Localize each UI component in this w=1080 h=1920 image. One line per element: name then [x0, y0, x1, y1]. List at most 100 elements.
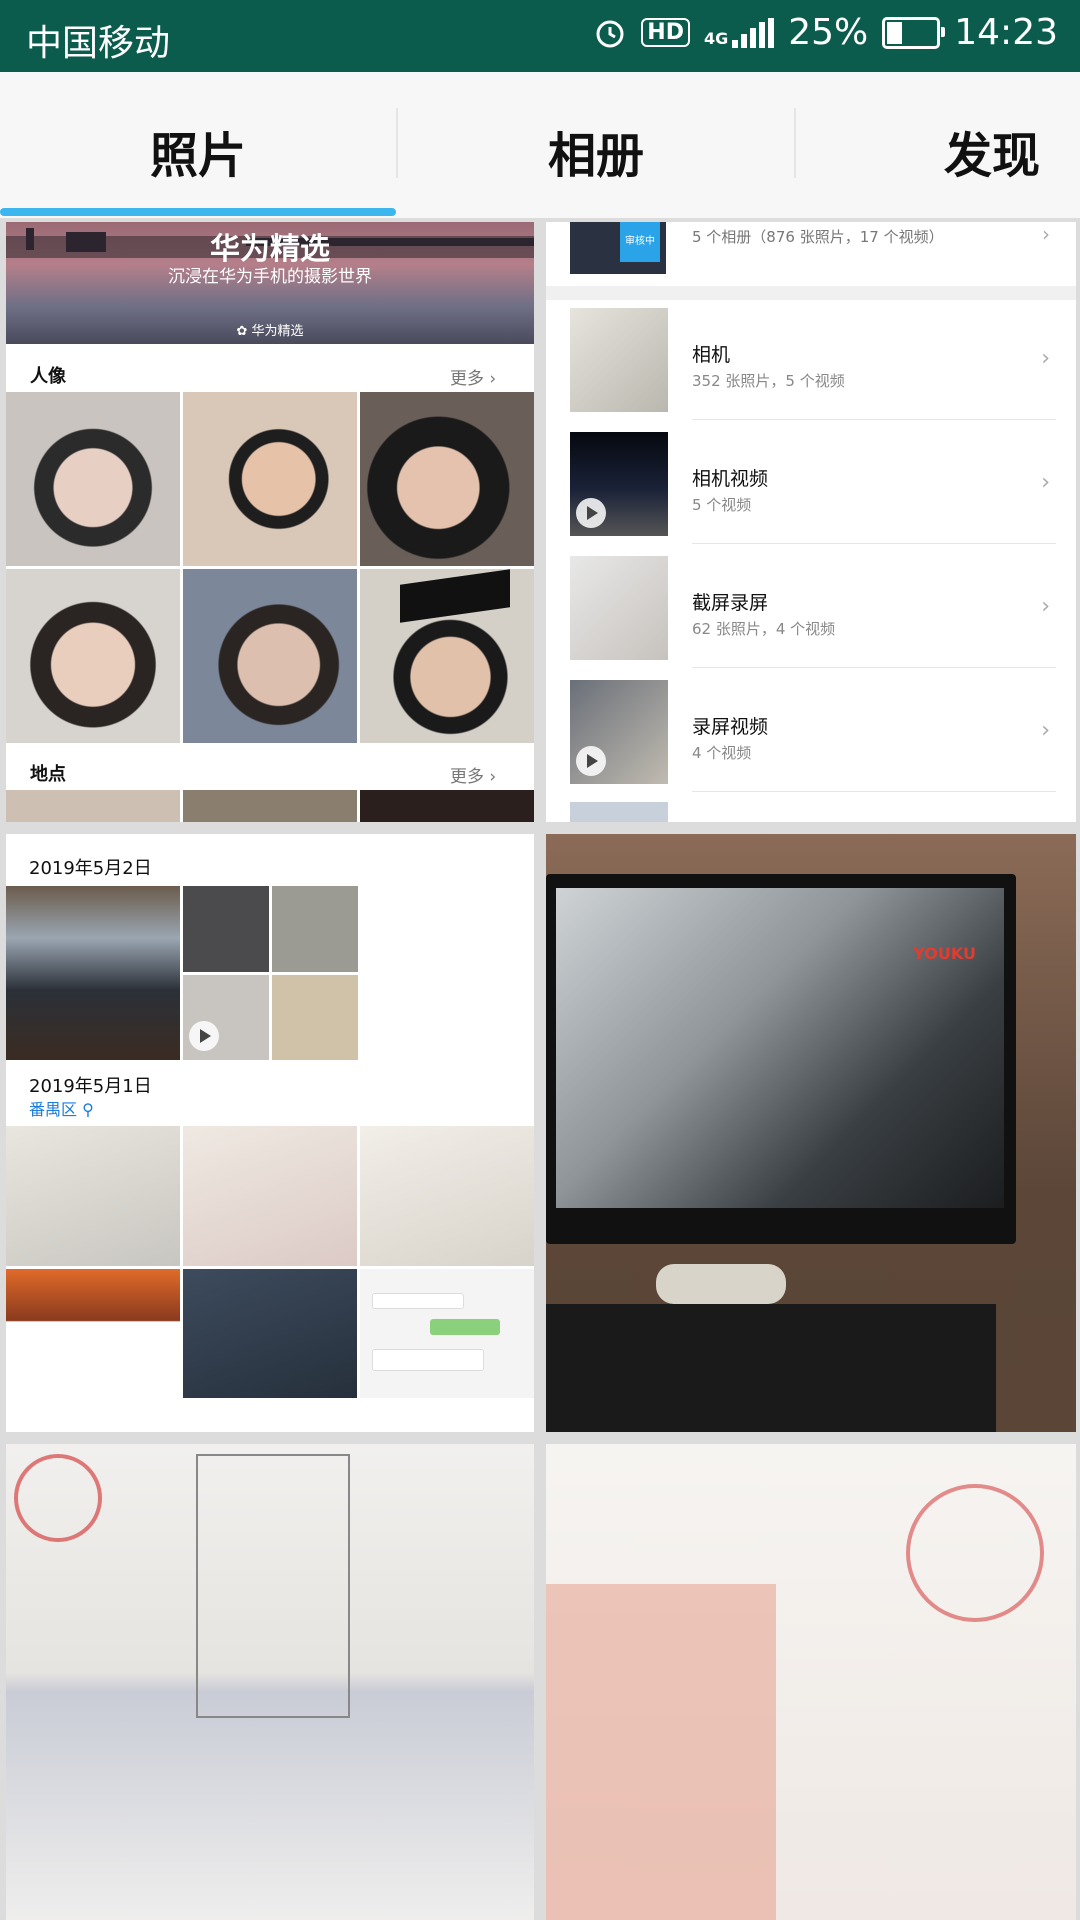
albums-summary-row[interactable]: 审核中 5 个相册（876 张照片，17 个视频） ›: [546, 222, 1076, 286]
chevron-right-icon: ›: [1041, 718, 1050, 743]
section-gap: [546, 286, 1076, 300]
people-more-label: 更多: [450, 369, 484, 389]
person-thumbnail[interactable]: [360, 392, 534, 566]
place-thumbnail[interactable]: [183, 790, 357, 822]
album-count: 4 个视频: [692, 744, 752, 762]
form-table: [196, 1454, 350, 1718]
screenshot-thumbnail[interactable]: [183, 1269, 357, 1398]
places-more-label: 更多: [450, 767, 484, 787]
photo-thumbnail[interactable]: [183, 1126, 357, 1266]
tab-indicator: [0, 208, 396, 216]
tab-photos[interactable]: 照片: [150, 116, 246, 186]
chat-bubble: [372, 1349, 484, 1371]
people-section-title: 人像: [30, 366, 66, 387]
chevron-right-icon: ›: [1041, 470, 1050, 495]
photo-thumbnail[interactable]: [6, 1126, 180, 1266]
album-name: 截屏录屏: [692, 592, 769, 614]
divider: [692, 419, 1056, 420]
huawei-featured-banner[interactable]: 华为精选 沉浸在华为手机的摄影世界 ✿ 华为精选: [6, 222, 534, 344]
album-row-screen-recordings[interactable]: 录屏视频 4 个视频 ›: [546, 672, 1076, 792]
album-thumb: [570, 680, 668, 784]
figurines: [656, 1264, 786, 1304]
play-icon: [189, 1021, 219, 1051]
album-name: 录屏视频: [692, 716, 769, 738]
photo-thumbnail[interactable]: [272, 886, 358, 972]
divider: [692, 667, 1056, 668]
album-thumb: [570, 308, 668, 412]
photo-monitor[interactable]: YOUKU: [546, 834, 1076, 1432]
banner-subtitle: 沉浸在华为手机的摄影世界: [168, 267, 372, 287]
album-name: 相机视频: [692, 468, 769, 490]
photo-thumbnail[interactable]: [6, 886, 180, 1060]
play-icon: [576, 498, 606, 528]
graduation-cap: [400, 569, 510, 623]
places-section-title: 地点: [30, 764, 66, 785]
places-more-link[interactable]: 更多 ›: [450, 762, 496, 787]
tab-discover[interactable]: 发现: [944, 116, 1040, 186]
chat-bubble: [430, 1319, 500, 1335]
album-row-camera[interactable]: 相机 352 张照片，5 个视频 ›: [546, 300, 1076, 420]
album-row-camera-video[interactable]: 相机视频 5 个视频 ›: [546, 424, 1076, 544]
person-thumbnail[interactable]: [183, 392, 357, 566]
photo-thumbnail[interactable]: [360, 1126, 534, 1266]
monitor-screen: YOUKU: [556, 888, 1004, 1208]
keyboard: [546, 1304, 996, 1432]
tab-albums[interactable]: 相册: [548, 116, 644, 186]
albums-card[interactable]: 审核中 5 个相册（876 张照片，17 个视频） › 相机 352 张照片，5…: [546, 222, 1076, 822]
tab-divider: [396, 108, 398, 178]
youku-logo: YOUKU: [913, 944, 976, 963]
hd-icon: HD: [641, 18, 690, 47]
signal-icon: 4G: [703, 17, 775, 48]
photo-thumbnail[interactable]: [272, 975, 358, 1060]
screenshot-thumbnail[interactable]: [6, 1269, 180, 1398]
discover-card[interactable]: 华为精选 沉浸在华为手机的摄影世界 ✿ 华为精选 人像 更多 › 地点 更多 ›: [6, 222, 534, 822]
chevron-right-icon: ›: [1042, 222, 1050, 246]
timeline-card[interactable]: 2019年5月2日 2019年5月1日 番禺区 ⚲: [6, 834, 534, 1432]
place-thumbnail[interactable]: [360, 790, 534, 822]
video-thumbnail[interactable]: [183, 975, 269, 1060]
date-header: 2019年5月2日: [29, 858, 152, 879]
album-thumb-partial: [570, 802, 668, 822]
monitor-frame: YOUKU: [546, 874, 1016, 1244]
album-thumb: [570, 432, 668, 536]
huawei-logo-icon: ✿: [236, 324, 248, 339]
people-more-link[interactable]: 更多 ›: [450, 364, 496, 389]
chevron-right-icon: ›: [489, 369, 497, 389]
person-thumbnail[interactable]: [6, 569, 180, 743]
place-thumbnail[interactable]: [6, 790, 180, 822]
clock: 14:23: [954, 12, 1058, 53]
red-seal: [14, 1454, 102, 1542]
location-link[interactable]: 番禺区 ⚲: [29, 1096, 94, 1120]
divider: [692, 791, 1056, 792]
network-type: 4G: [703, 28, 729, 48]
banner-brand: ✿ 华为精选: [6, 320, 534, 339]
album-count: 352 张照片，5 个视频: [692, 372, 845, 390]
tab-divider: [794, 108, 796, 178]
banner-brand-text: 华为精选: [251, 324, 304, 339]
tab-bar: 照片 相册 发现: [0, 72, 1080, 218]
photo-certificate-right[interactable]: [546, 1444, 1076, 1920]
chevron-right-icon: ›: [1041, 346, 1050, 371]
album-name: 相机: [692, 344, 731, 366]
divider: [692, 543, 1056, 544]
preview-badge: 审核中: [620, 222, 660, 262]
award-background: [546, 1584, 776, 1920]
photo-certificate-left[interactable]: [6, 1444, 534, 1920]
play-icon: [576, 746, 606, 776]
status-icons: HD 4G 25% 14:23: [593, 12, 1058, 53]
person-thumbnail[interactable]: [183, 569, 357, 743]
battery-icon: [882, 16, 946, 49]
album-count: 5 个视频: [692, 496, 752, 514]
carrier-name: 中国移动: [26, 23, 171, 64]
albums-preview-thumb: 审核中: [570, 222, 666, 274]
alarm-icon: [593, 16, 627, 50]
chevron-right-icon: ›: [1041, 594, 1050, 619]
albums-summary: 5 个相册（876 张照片，17 个视频）: [692, 228, 944, 246]
person-thumbnail[interactable]: [6, 392, 180, 566]
album-thumb: [570, 556, 668, 660]
screenshot-thumbnail[interactable]: [360, 1269, 534, 1398]
person-thumbnail[interactable]: [360, 569, 534, 743]
album-row-screenshots[interactable]: 截屏录屏 62 张照片，4 个视频 ›: [546, 548, 1076, 668]
location-pin-icon: ⚲: [82, 1100, 94, 1119]
photo-thumbnail[interactable]: [183, 886, 269, 972]
